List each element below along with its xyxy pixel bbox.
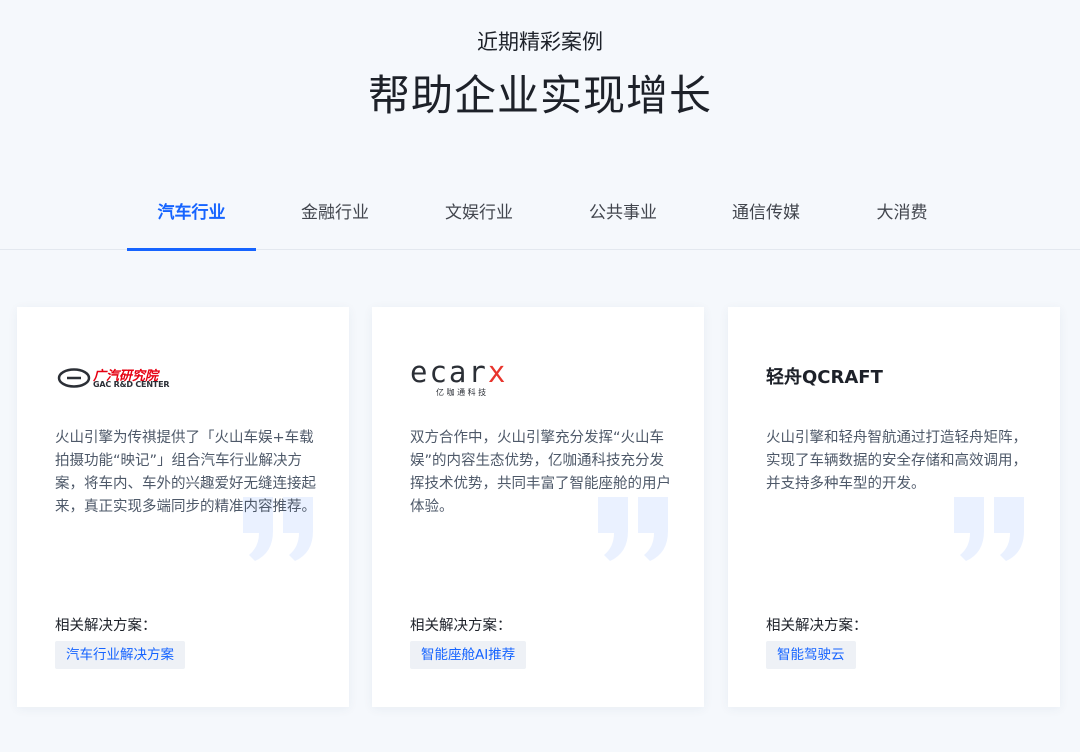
quote-mark-icon xyxy=(954,497,1024,561)
case-card-gac: 广汽研究院 GAC R&D CENTER 火山引擎为传祺提供了「火山车娱+车载拍… xyxy=(17,307,349,707)
gac-oval-logo-icon xyxy=(57,368,91,388)
qcraft-logo-text: 轻舟QCRAFT xyxy=(766,367,883,388)
section-subtitle: 近期精彩案例 xyxy=(477,30,603,54)
tab-public-utilities[interactable]: 公共事业 xyxy=(578,182,668,250)
tab-automotive[interactable]: 汽车行业 xyxy=(127,182,256,251)
related-solutions-label: 相关解决方案： xyxy=(55,618,157,634)
ecarx-logo-text: ecarx xyxy=(410,355,508,389)
section-title: 帮助企业实现增长 xyxy=(367,71,712,120)
ecarx-logo-subtext: 亿 咖 通 科 技 xyxy=(436,388,487,397)
gac-logo-subtext: GAC R&D CENTER xyxy=(93,380,170,389)
ecarx-logo: ecarx 亿 咖 通 科 技 xyxy=(410,355,540,399)
solution-tag[interactable]: 智能座舱AI推荐 xyxy=(410,641,527,669)
related-solutions-label: 相关解决方案： xyxy=(410,618,512,634)
solution-tag[interactable]: 汽车行业解决方案 xyxy=(55,641,185,669)
tab-entertainment[interactable]: 文娱行业 xyxy=(434,182,524,250)
tab-finance[interactable]: 金融行业 xyxy=(290,182,380,250)
qcraft-logo: 轻舟QCRAFT xyxy=(766,359,906,399)
case-card-ecarx: ecarx 亿 咖 通 科 技 双方合作中，火山引擎充分发挥“火山车娱”的内容生… xyxy=(372,307,704,707)
tab-telecom-media[interactable]: 通信传媒 xyxy=(721,182,811,250)
related-solutions-label: 相关解决方案： xyxy=(766,618,868,634)
case-card-qcraft: 轻舟QCRAFT 火山引擎和轻舟智航通过打造轻舟矩阵，实现了车辆数据的安全存储和… xyxy=(728,307,1060,707)
tab-consumer[interactable]: 大消费 xyxy=(866,182,938,250)
gac-logo: 广汽研究院 GAC R&D CENTER xyxy=(55,359,195,399)
case-description: 火山引擎和轻舟智航通过打造轻舟矩阵，实现了车辆数据的安全存储和高效调用，并支持多… xyxy=(766,430,1027,492)
solution-tag[interactable]: 智能驾驶云 xyxy=(766,641,856,669)
industry-tabs: 汽车行业 金融行业 文娱行业 公共事业 通信传媒 大消费 xyxy=(0,182,1080,251)
case-description: 双方合作中，火山引擎充分发挥“火山车娱”的内容生态优势，亿咖通科技充分发挥技术优… xyxy=(410,430,671,515)
case-description: 火山引擎为传祺提供了「火山车娱+车载拍摄功能“映记”」组合汽车行业解决方案，将车… xyxy=(55,430,316,515)
